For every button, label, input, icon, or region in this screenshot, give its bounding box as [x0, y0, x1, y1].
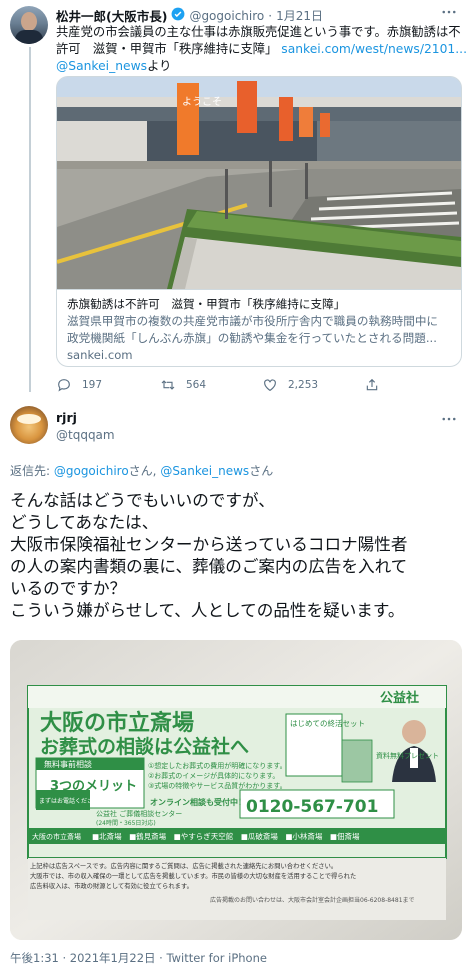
card-domain: sankei.com — [67, 348, 133, 362]
via-suffix: より — [147, 59, 172, 73]
ad-subheadline: お葬式の相談は公益社へ — [40, 735, 249, 758]
retweet-count: 564 — [186, 379, 207, 391]
author-name[interactable]: 松井一郎(大阪市長) — [56, 6, 167, 25]
reply-count: 197 — [82, 379, 103, 391]
banner-text: ようこそ — [182, 96, 222, 108]
merits-text: 3つのメリット — [50, 779, 137, 794]
side-box-text: はじめての終活セット — [290, 718, 365, 728]
tweet-text-line: そんな話はどうでもいいのですが、 — [10, 491, 275, 510]
tweet-text-line: どうしてあなたは、 — [10, 513, 159, 532]
halls-list: ■北斎場 ■鶴見斎場 ■やすらぎ天空館 ■瓜破斎場 ■小林斎場 ■佃斎場 — [92, 831, 360, 841]
more-options-icon[interactable] — [440, 410, 458, 432]
fine-print: 上記枠は広告スペースです。広告内容に関するご質問は、広告に掲載された連絡先にお問… — [30, 861, 337, 870]
tweet-text-line: いるのですか？ — [10, 579, 127, 598]
tweet2-text: そんな話はどうでもいいのですが、 どうしてあなたは、 大阪市保険福祉センターから… — [10, 490, 465, 622]
merit-item: ②お葬式のイメージが具体的になります。 — [148, 771, 279, 780]
dot-separator: · — [268, 8, 273, 23]
ad-headline: 大阪の市立斎場 — [40, 710, 194, 736]
like-count: 2,253 — [288, 379, 319, 391]
share-button[interactable] — [364, 377, 380, 393]
like-button[interactable]: 2,253 — [262, 377, 318, 393]
card-text-area: 赤旗勧誘は不許可 滋賀・甲賀市「秩序維持に支障」 滋賀県甲賀市の複数の共産党市議… — [57, 289, 461, 366]
reply-separator: さん, — [128, 464, 161, 478]
retweet-button[interactable]: 564 — [160, 377, 206, 393]
tweet-text-line: の人の案内書類の裏に、葬儀のご案内の広告を入れて — [10, 557, 408, 576]
fine-print: 大阪市では、市の収入確保の一環として広告を掲載しています。市民の皆様の大切な財産… — [30, 871, 356, 880]
phone-label: まずはお電話ください — [39, 797, 99, 805]
tweet-text-line: 許可 滋賀・甲賀市「秩序維持に支障」 — [56, 42, 278, 56]
author-handle[interactable]: @gogoichiro — [189, 9, 264, 23]
tweet-text-line: こういう嫌がらせして、人としての品性を疑います。 — [10, 601, 405, 620]
mention-link[interactable]: @Sankei_news — [160, 464, 249, 478]
thread-connector-line — [29, 47, 31, 392]
card-image: ようこそ — [57, 77, 461, 289]
card-description: 政党機関紙「しんぶん赤旗」の勧誘や集金を行っていたとされる問題... — [67, 331, 437, 345]
card-description: 滋賀県甲賀市の複数の共産党市議が市役所庁舎内で職員の執務時間中に — [67, 314, 439, 328]
gift-label: 資料無料プレゼント — [376, 751, 439, 760]
tweet-text-line: 大阪市保険福祉センターから送っているコロナ陽性者 — [10, 535, 408, 554]
tweet-text-line: 共産党の市会議員の主な仕事は赤旗販売促進という事です。赤旗勧誘は不 — [56, 25, 461, 39]
tweet-link[interactable]: sankei.com/west/news/2101... — [281, 42, 467, 56]
share-icon — [366, 378, 378, 391]
merit-item: ③式場の特徴やサービス品質がわかります。 — [148, 781, 287, 790]
author-handle[interactable]: @tqqqam — [56, 428, 115, 442]
reply-icon — [58, 379, 70, 392]
logo-text: 公益社 — [380, 690, 419, 706]
tweet2-header: rjrj @tqqqam — [56, 410, 115, 442]
mention-link[interactable]: @Sankei_news — [56, 59, 147, 73]
more-options-icon[interactable] — [440, 3, 458, 25]
halls-label: 大阪の市立斎場 — [32, 832, 81, 841]
reply-button[interactable]: 197 — [56, 377, 102, 393]
author-name[interactable]: rjrj — [56, 410, 115, 425]
card-title: 赤旗勧誘は不許可 滋賀・甲賀市「秩序維持に支障」 — [67, 297, 346, 311]
heart-icon — [264, 379, 276, 392]
fine-print: 広告掲載のお問い合わせは、大阪市会計室会計企画担当06-6208-8481まで — [210, 896, 415, 904]
avatar[interactable] — [10, 6, 48, 44]
mention-link[interactable]: @gogoichiro — [54, 464, 129, 478]
tweet-date[interactable]: 1月21日 — [276, 7, 323, 24]
avatar[interactable] — [10, 406, 48, 444]
phone-hours: (24時間・365日対応) — [96, 819, 156, 827]
tweet-photo[interactable]: 公益社 大阪の市立斎場 お葬式の相談は公益社へ はじめての終活セット 資料無料プ… — [10, 640, 462, 940]
fine-print: 広告料収入は、市政の財源として有効に役立てられます。 — [30, 881, 193, 890]
phone-number: 0120-567-701 — [246, 797, 378, 817]
reply-context: 返信先: @gogoichiroさん, @Sankei_newsさん — [10, 462, 273, 479]
consult-label: 無料事前相談 — [44, 759, 92, 769]
link-preview-card[interactable]: ようこそ 赤旗勧誘は不許可 滋賀・甲賀市「秩序維持に支障」 滋賀県甲賀市の複数の… — [56, 76, 462, 367]
verified-badge-icon — [171, 6, 185, 25]
retweet-icon — [161, 380, 175, 390]
online-consult: オンライン相談も受付中！ — [150, 797, 246, 807]
merit-item: ①想定したお葬式の費用が明確になります。 — [148, 761, 287, 770]
tweet1-text: 共産党の市会議員の主な仕事は赤旗販売促進という事です。赤旗勧誘は不 許可 滋賀・… — [56, 24, 468, 75]
tweet1-header: 松井一郎(大阪市長) @gogoichiro · 1月21日 — [56, 6, 323, 25]
phone-center: 公益社 ご葬儀相談センター — [96, 809, 182, 818]
reply-prefix: 返信先: — [10, 464, 54, 478]
tweet-timestamp[interactable]: 午後1:31 · 2021年1月22日 · Twitter for iPhone — [10, 950, 267, 966]
reply-suffix: さん — [249, 464, 274, 478]
